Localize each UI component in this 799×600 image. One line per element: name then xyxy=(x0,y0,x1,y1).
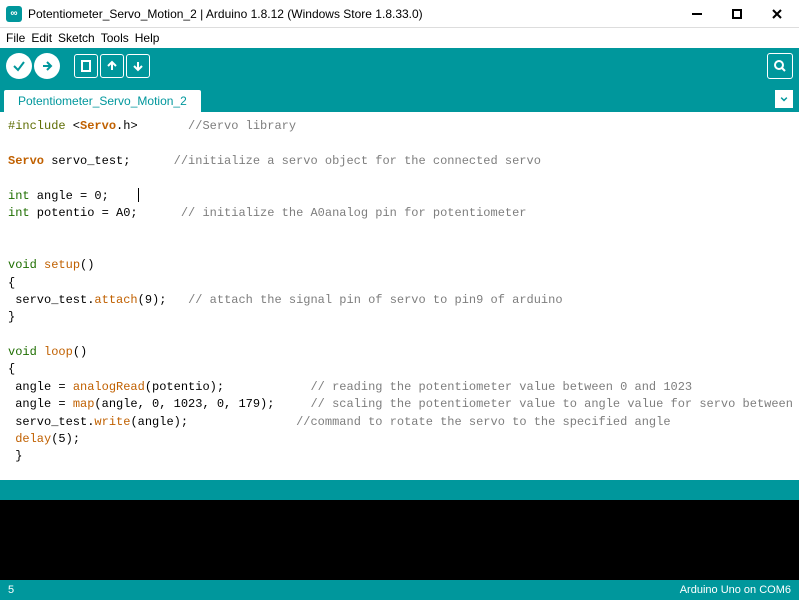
code-token: .h xyxy=(116,119,130,133)
code-token: angle = xyxy=(8,380,73,394)
menu-file[interactable]: File xyxy=(6,31,25,45)
code-token: > xyxy=(130,119,188,133)
code-token: loop xyxy=(37,345,73,359)
check-icon xyxy=(12,59,26,73)
menu-edit[interactable]: Edit xyxy=(31,31,52,45)
menubar: File Edit Sketch Tools Help xyxy=(0,28,799,48)
code-token: (angle); xyxy=(130,415,296,429)
code-comment: //Servo library xyxy=(188,119,296,133)
code-token: { xyxy=(8,362,15,376)
code-comment: // initialize the A0analog pin for poten… xyxy=(181,206,527,220)
window-title: Potentiometer_Servo_Motion_2 | Arduino 1… xyxy=(28,7,677,21)
magnifier-icon xyxy=(773,59,787,73)
code-token: int xyxy=(8,189,30,203)
footer-board-info: Arduino Uno on COM6 xyxy=(680,584,791,596)
code-comment: // reading the potentiometer value betwe… xyxy=(310,380,692,394)
arduino-app-icon xyxy=(6,6,22,22)
code-token: < xyxy=(66,119,80,133)
code-token: int xyxy=(8,206,30,220)
toolbar xyxy=(0,48,799,84)
code-token: map xyxy=(73,397,95,411)
verify-button[interactable] xyxy=(6,53,32,79)
menu-sketch[interactable]: Sketch xyxy=(58,31,95,45)
code-comment: // scaling the potentiometer value to an… xyxy=(310,397,799,411)
text-cursor xyxy=(138,188,139,202)
code-token: attach xyxy=(94,293,137,307)
footer-line-number: 5 xyxy=(8,584,14,596)
code-token: servo_test; xyxy=(44,154,174,168)
code-token: Servo xyxy=(80,119,116,133)
code-token: (5); xyxy=(51,432,80,446)
window-controls xyxy=(677,0,797,28)
window-titlebar: Potentiometer_Servo_Motion_2 | Arduino 1… xyxy=(0,0,799,28)
menu-tools[interactable]: Tools xyxy=(101,31,129,45)
code-token: write xyxy=(94,415,130,429)
tab-menu-button[interactable] xyxy=(775,90,793,108)
code-token: () xyxy=(73,345,87,359)
chevron-down-icon xyxy=(779,94,789,104)
code-token: servo_test. xyxy=(8,415,94,429)
code-token: #include xyxy=(8,119,66,133)
close-button[interactable] xyxy=(757,0,797,28)
code-token: delay xyxy=(15,432,51,446)
tab-strip: Potentiometer_Servo_Motion_2 xyxy=(0,84,799,112)
code-token: } xyxy=(8,449,22,463)
minimize-icon xyxy=(690,7,704,21)
arrow-up-icon xyxy=(105,59,119,73)
code-token: Servo xyxy=(8,154,44,168)
footer: 5 Arduino Uno on COM6 xyxy=(0,580,799,600)
minimize-button[interactable] xyxy=(677,0,717,28)
open-button[interactable] xyxy=(100,54,124,78)
code-token: void xyxy=(8,258,37,272)
code-token: { xyxy=(8,276,15,290)
code-token: analogRead xyxy=(73,380,145,394)
tab-sketch[interactable]: Potentiometer_Servo_Motion_2 xyxy=(4,90,201,112)
menu-help[interactable]: Help xyxy=(135,31,160,45)
status-bar xyxy=(0,480,799,500)
code-editor[interactable]: #include <Servo.h> //Servo library Servo… xyxy=(0,112,799,480)
serial-monitor-button[interactable] xyxy=(767,53,793,79)
close-icon xyxy=(770,7,784,21)
code-token: void xyxy=(8,345,37,359)
new-file-icon xyxy=(79,59,93,73)
code-token: (9); xyxy=(138,293,188,307)
code-token: servo_test. xyxy=(8,293,94,307)
maximize-icon xyxy=(730,7,744,21)
save-button[interactable] xyxy=(126,54,150,78)
code-token: angle = 0; xyxy=(30,189,138,203)
maximize-button[interactable] xyxy=(717,0,757,28)
upload-button[interactable] xyxy=(34,53,60,79)
code-token: (potentio); xyxy=(145,380,311,394)
code-comment: // attach the signal pin of servo to pin… xyxy=(188,293,562,307)
code-token: (angle, 0, 1023, 0, 179); xyxy=(94,397,310,411)
arrow-down-icon xyxy=(131,59,145,73)
console-output[interactable] xyxy=(0,500,799,580)
code-token: angle = xyxy=(8,397,73,411)
code-comment: //command to rotate the servo to the spe… xyxy=(296,415,670,429)
arrow-right-icon xyxy=(40,59,54,73)
code-token: } xyxy=(8,310,15,324)
new-button[interactable] xyxy=(74,54,98,78)
code-comment: //initialize a servo object for the conn… xyxy=(174,154,541,168)
code-token: potentio = A0; xyxy=(30,206,181,220)
code-token: () xyxy=(80,258,94,272)
code-token: setup xyxy=(37,258,80,272)
